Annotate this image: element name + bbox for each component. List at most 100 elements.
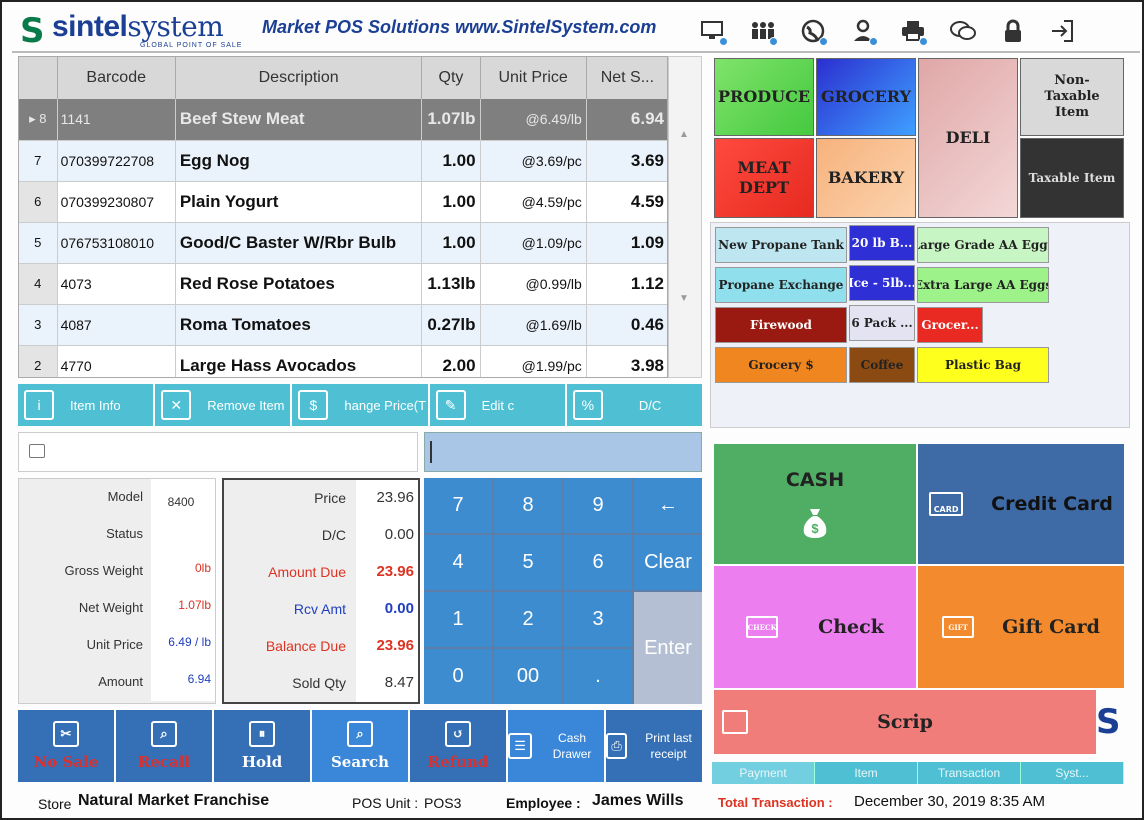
- model-value: 8400: [151, 479, 215, 516]
- table-row[interactable]: 4 4073 Red Rose Potatoes 1.13lb @0.99/lb…: [19, 263, 667, 305]
- printer-icon[interactable]: [888, 14, 938, 48]
- table-row[interactable]: 5 076753108010 Good/C Baster W/Rbr Bulb …: [19, 222, 667, 264]
- item-plastic-bag[interactable]: Plastic Bag: [917, 347, 1049, 383]
- table-row[interactable]: 3 4087 Roma Tomatoes 0.27lb @1.69/lb 0.4…: [19, 304, 667, 346]
- no-sale-button[interactable]: ✂ No Sale: [18, 710, 114, 782]
- tab-item[interactable]: Item: [815, 762, 918, 784]
- key-5[interactable]: 5: [494, 535, 562, 590]
- item-large-grade-aa-eggs[interactable]: Large Grade AA Eggs: [917, 227, 1049, 263]
- header-divider: [12, 51, 1140, 53]
- category-non-taxable[interactable]: Non-Taxable Item: [1020, 58, 1124, 136]
- refund-button[interactable]: ↺ Refund: [410, 710, 506, 782]
- item-propane-exchange[interactable]: Propane Exchange: [715, 267, 847, 303]
- cash-drawer-button[interactable]: ☰ Cash Drawer: [508, 710, 604, 782]
- row-number: 5: [19, 222, 58, 264]
- key-8[interactable]: 8: [494, 478, 562, 533]
- backspace-key[interactable]: ←: [634, 478, 702, 533]
- lock-icon[interactable]: [988, 14, 1038, 48]
- check-button[interactable]: CHECK Check: [714, 566, 916, 688]
- globe-icon[interactable]: [788, 14, 838, 48]
- row-barcode: 070399722708: [57, 140, 176, 182]
- col-barcode[interactable]: Barcode: [57, 57, 176, 99]
- key-3[interactable]: 3: [564, 592, 632, 647]
- table-row[interactable]: ▸ 8 1141 Beef Stew Meat 1.07lb @6.49/lb …: [19, 99, 667, 141]
- row-description: Good/C Baster W/Rbr Bulb: [175, 222, 423, 264]
- decimal-key[interactable]: .: [564, 649, 632, 704]
- tab-payment[interactable]: Payment: [712, 762, 815, 784]
- scroll-up-icon[interactable]: ▲: [679, 129, 689, 140]
- enter-key[interactable]: Enter: [634, 592, 702, 704]
- category-taxable[interactable]: Taxable Item: [1020, 138, 1124, 218]
- text-cursor: [430, 441, 432, 463]
- category-produce[interactable]: PRODUCE: [714, 58, 814, 136]
- chat-icon[interactable]: [938, 14, 988, 48]
- balance-due-value: 23.96: [356, 628, 418, 665]
- recall-button[interactable]: ⌕ Recall: [116, 710, 212, 782]
- key-6[interactable]: 6: [564, 535, 632, 590]
- row-unit-price: @3.69/pc: [480, 140, 587, 182]
- item-extra-large-aa-eggs[interactable]: Extra Large AA Eggs: [917, 267, 1049, 303]
- user-icon[interactable]: [838, 14, 888, 48]
- key-1[interactable]: 1: [424, 592, 492, 647]
- change-price-icon: $: [298, 390, 329, 420]
- price-row: Price 23.96: [224, 480, 418, 517]
- quick-item-grid: New Propane Tank 20 lb B... Large Grade …: [710, 222, 1130, 428]
- table-row[interactable]: 7 070399722708 Egg Nog 1.00 @3.69/pc 3.6…: [19, 140, 667, 182]
- item-ice-5lb[interactable]: Ice - 5lb...: [849, 265, 915, 301]
- key-2[interactable]: 2: [494, 592, 562, 647]
- scrip-button[interactable]: Scrip: [714, 690, 1096, 754]
- row-number: 4: [19, 263, 58, 305]
- item-firewood[interactable]: Firewood: [715, 307, 847, 343]
- logout-icon[interactable]: [1038, 14, 1088, 48]
- key-9[interactable]: 9: [564, 478, 632, 533]
- pos-unit-label: POS Unit :: [352, 795, 419, 811]
- dc-button[interactable]: % D/C: [566, 384, 703, 426]
- item-grocery-dollar[interactable]: Grocery $: [715, 347, 847, 383]
- no-sale-icon: ✂: [53, 721, 79, 747]
- status-value: [151, 516, 215, 553]
- row-net-sales: 4.59: [586, 181, 667, 223]
- col-net-sales[interactable]: Net S...: [586, 57, 667, 99]
- row-description: Egg Nog: [175, 140, 423, 182]
- table-row[interactable]: 2 4770 Large Hass Avocados 2.00 @1.99/pc…: [19, 345, 667, 377]
- category-meat-dept[interactable]: MEAT DEPT: [714, 138, 814, 218]
- tab-transaction[interactable]: Transaction: [918, 762, 1021, 784]
- gift-card-button[interactable]: GIFT Gift Card: [918, 566, 1124, 688]
- monitor-icon[interactable]: [688, 14, 738, 48]
- credit-card-button[interactable]: CARD Credit Card: [918, 444, 1124, 564]
- scroll-down-icon[interactable]: ▼: [679, 293, 689, 304]
- item-info-button[interactable]: i Item Info: [18, 384, 154, 426]
- row-unit-price: @1.99/pc: [480, 345, 587, 377]
- category-deli[interactable]: DELI: [918, 58, 1018, 218]
- col-qty[interactable]: Qty: [421, 57, 481, 99]
- item-new-propane-tank[interactable]: New Propane Tank: [715, 227, 847, 263]
- users-icon[interactable]: [738, 14, 788, 48]
- svg-text:$: $: [811, 521, 819, 536]
- item-grocer[interactable]: Grocer...: [917, 307, 983, 343]
- key-00[interactable]: 00: [494, 649, 562, 704]
- tab-system[interactable]: Syst...: [1021, 762, 1124, 784]
- key-0[interactable]: 0: [424, 649, 492, 704]
- key-4[interactable]: 4: [424, 535, 492, 590]
- category-bakery[interactable]: BAKERY: [816, 138, 916, 218]
- search-button[interactable]: ⌕ Search: [312, 710, 408, 782]
- category-grocery[interactable]: GROCERY: [816, 58, 916, 136]
- col-unit-price[interactable]: Unit Price: [480, 57, 587, 99]
- table-row[interactable]: 6 070399230807 Plain Yogurt 1.00 @4.59/p…: [19, 181, 667, 223]
- item-info-icon: i: [24, 390, 54, 420]
- print-last-receipt-button[interactable]: ⎙ Print last receipt: [606, 710, 702, 782]
- table-scrollbar[interactable]: ▲ ▼: [668, 56, 702, 378]
- hold-button[interactable]: ⏸ Hold: [214, 710, 310, 782]
- remove-item-button[interactable]: ✕ Remove Item: [155, 384, 291, 426]
- payment-panel: CASH $ CARD Credit Card CHECK Check GIFT…: [712, 442, 1126, 758]
- clear-key[interactable]: Clear: [634, 535, 702, 590]
- change-price-button[interactable]: $ hange Price(T: [292, 384, 428, 426]
- edit-button[interactable]: ✎ Edit c: [429, 384, 565, 426]
- keypad-entry-field[interactable]: [424, 432, 702, 472]
- key-7[interactable]: 7: [424, 478, 492, 533]
- item-20lb[interactable]: 20 lb B...: [849, 225, 915, 261]
- col-description[interactable]: Description: [175, 57, 423, 99]
- item-coffee[interactable]: Coffee: [849, 347, 915, 383]
- item-6-pack[interactable]: 6 Pack ...: [849, 305, 915, 341]
- cash-button[interactable]: CASH $: [714, 444, 916, 564]
